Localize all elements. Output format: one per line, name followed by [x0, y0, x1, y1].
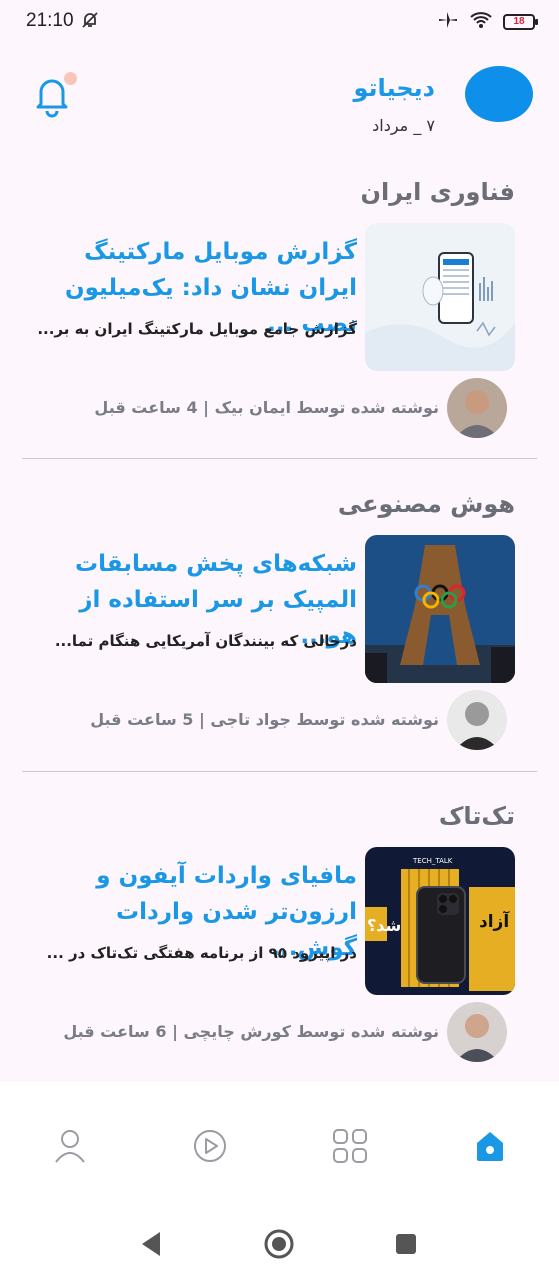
header-date: ۷ _ مرداد	[372, 116, 435, 135]
status-bar: 21:10 18	[0, 0, 559, 44]
thumb-text-shod: شد؟	[367, 916, 401, 935]
author-avatar[interactable]	[447, 378, 507, 438]
bottom-navigation	[0, 1082, 559, 1190]
article-excerpt: در اپیزود ۹۵ از برنامه هفتگی تک‌تاک در .…	[46, 944, 357, 962]
thumb-text-azad: آزاد	[479, 910, 510, 932]
article-thumbnail[interactable]	[365, 535, 515, 683]
article-category[interactable]: تک‌تاک	[439, 802, 515, 830]
article-byline: نوشته شده توسط ایمان بیک | 4 ساعت قبل	[94, 398, 439, 417]
battery-icon: 18	[503, 14, 538, 30]
article-divider	[22, 458, 537, 459]
system-navigation-bar	[0, 1190, 559, 1280]
wifi-icon	[469, 11, 493, 33]
article-thumbnail[interactable]	[365, 223, 515, 371]
back-icon[interactable]	[138, 1230, 164, 1262]
article-thumbnail[interactable]: آزاد شد؟ TECH_TALK	[365, 847, 515, 995]
profile-icon[interactable]	[50, 1126, 90, 1166]
notification-dot	[64, 72, 77, 85]
video-icon[interactable]	[190, 1126, 230, 1166]
app-header: دیجیاتو ۷ _ مرداد	[0, 60, 559, 150]
airplane-icon	[437, 10, 459, 34]
article-byline: نوشته شده توسط جواد تاجی | 5 ساعت قبل	[90, 710, 439, 729]
article-category[interactable]: فناوری ایران	[361, 178, 516, 206]
article-divider	[22, 771, 537, 772]
article-byline: نوشته شده توسط کورش چایچی | 6 ساعت قبل	[63, 1022, 439, 1041]
user-avatar[interactable]	[465, 66, 533, 122]
brand-title: دیجیاتو	[353, 74, 436, 102]
status-time: 21:10	[26, 10, 74, 31]
article-category[interactable]: هوش مصنوعی	[338, 490, 515, 518]
categories-icon[interactable]	[330, 1126, 370, 1166]
home-button-icon[interactable]	[263, 1228, 295, 1264]
recents-icon[interactable]	[394, 1232, 418, 1260]
thumb-tag: TECH_TALK	[412, 857, 453, 865]
home-icon[interactable]	[470, 1126, 510, 1166]
article-excerpt: درحالی که بینندگان آمریکایی هنگام تما...	[54, 632, 357, 650]
notifications-muted-icon	[80, 10, 100, 34]
article-excerpt: گزارش جامع موبایل مارکتینگ ایران به بر..…	[37, 320, 357, 338]
author-avatar[interactable]	[447, 690, 507, 750]
author-avatar[interactable]	[447, 1002, 507, 1062]
